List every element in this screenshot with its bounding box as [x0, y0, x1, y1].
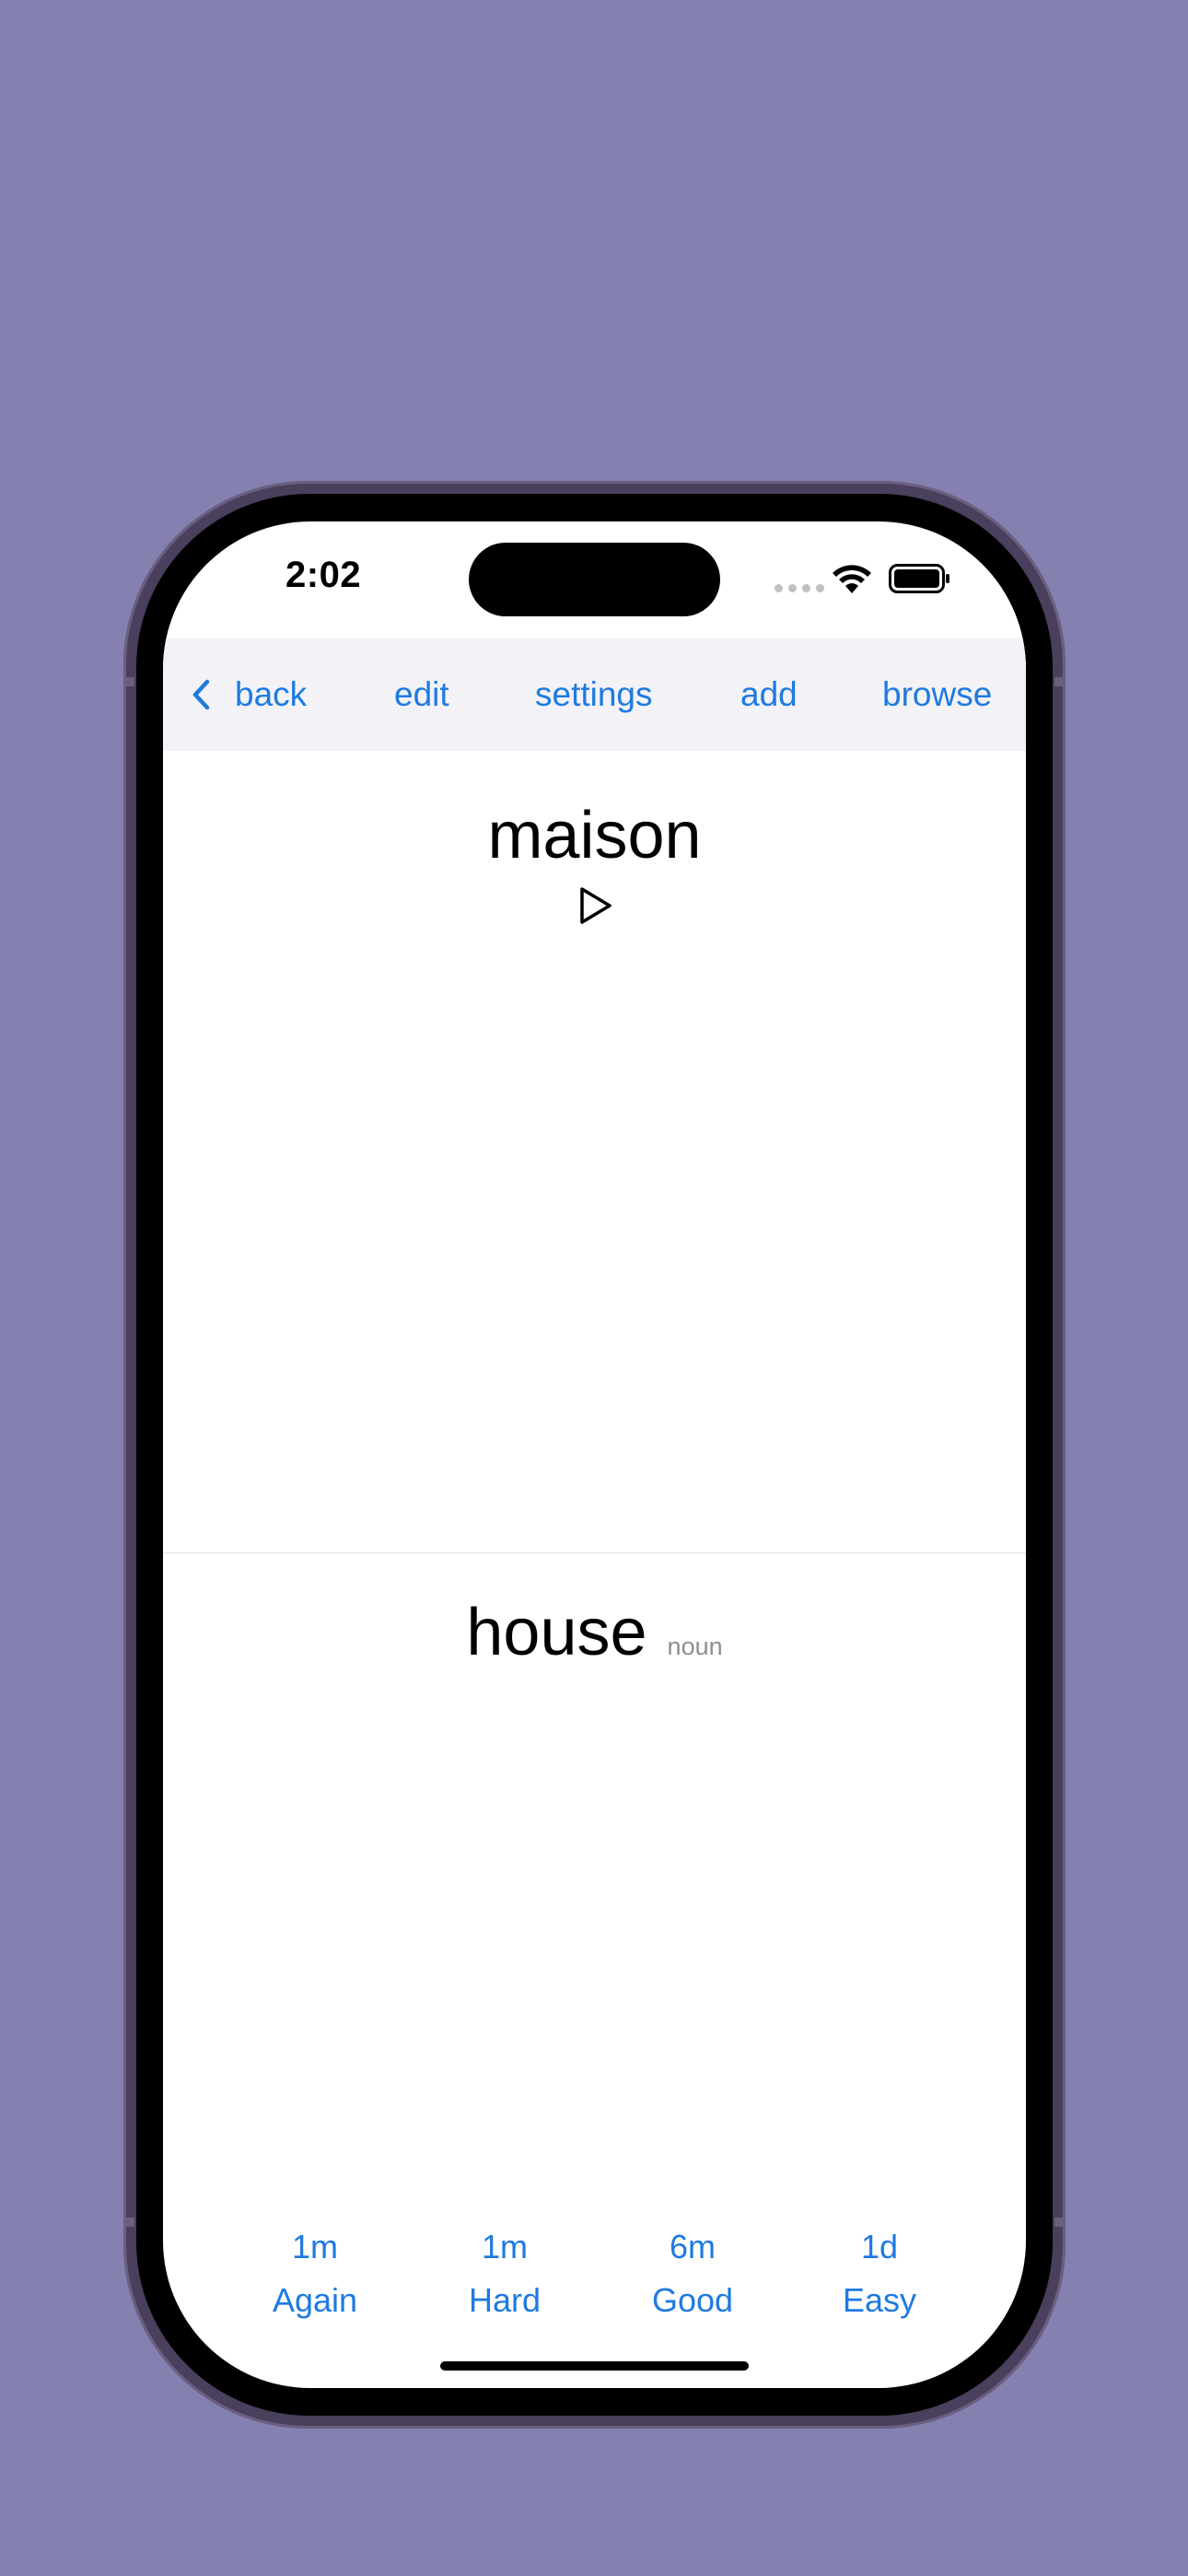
card-divider: [163, 1552, 1026, 1553]
hard-label: Hard: [468, 2281, 542, 2319]
cellular-signal-icon: [775, 584, 824, 592]
battery-icon: [889, 564, 949, 593]
card-back-word: house: [466, 1596, 647, 1669]
answer-buttons: 1m Again 1m Hard 6m Good 1d Easy: [163, 2221, 1026, 2369]
status-time: 2:02: [285, 555, 362, 595]
again-interval: 1m: [291, 2228, 338, 2266]
hard-button[interactable]: 1m Hard: [426, 2221, 583, 2328]
play-icon[interactable]: [578, 886, 613, 925]
part-of-speech-tag: noun: [667, 1633, 723, 1660]
good-interval: 6m: [669, 2228, 716, 2266]
side-button-left-top: [123, 677, 134, 686]
side-button-right-bottom: [1054, 2218, 1066, 2227]
card-back: house noun: [163, 1595, 1026, 1670]
home-indicator[interactable]: [440, 2361, 749, 2371]
good-label: Good: [651, 2281, 734, 2319]
easy-button[interactable]: 1d Easy: [801, 2221, 958, 2328]
wifi-icon: [833, 565, 871, 593]
navigation-toolbar: back edit settings add browse: [163, 638, 1026, 751]
card-front-word: maison: [487, 799, 702, 872]
app-screen: 2:02 back edit settings add browse maiso…: [163, 521, 1026, 2388]
side-button-left-bottom: [123, 2218, 134, 2227]
status-bar: 2:02: [163, 521, 1026, 638]
chevron-left-icon: [192, 679, 210, 710]
easy-label: Easy: [842, 2281, 917, 2319]
easy-interval: 1d: [860, 2228, 899, 2266]
back-button[interactable]: back: [191, 638, 307, 751]
dynamic-island: [469, 543, 720, 616]
again-button[interactable]: 1m Again: [237, 2221, 393, 2328]
browse-button[interactable]: browse: [882, 638, 992, 751]
again-label: Again: [272, 2281, 358, 2319]
add-button[interactable]: add: [740, 638, 798, 751]
hard-interval: 1m: [481, 2228, 528, 2266]
back-button-label: back: [235, 675, 308, 713]
edit-button[interactable]: edit: [394, 638, 449, 751]
side-button-right-top: [1054, 677, 1066, 686]
settings-button[interactable]: settings: [535, 638, 653, 751]
good-button[interactable]: 6m Good: [614, 2221, 771, 2328]
